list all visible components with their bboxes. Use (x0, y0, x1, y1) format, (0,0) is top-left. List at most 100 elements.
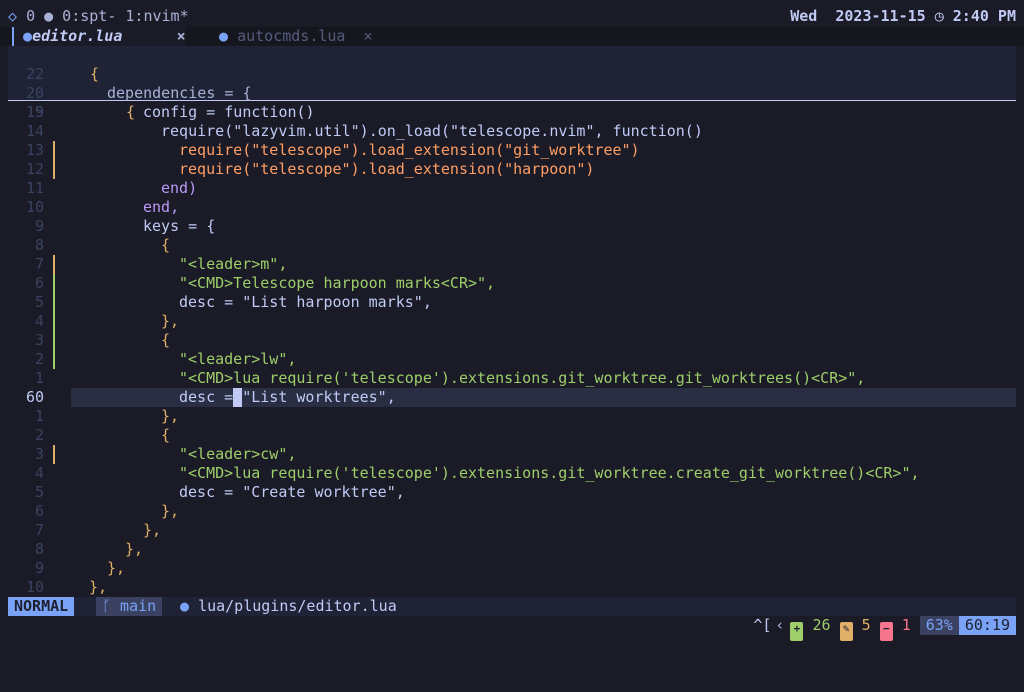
code-line[interactable]: 6 "<CMD>Telescope harpoon marks<CR>", (0, 274, 1024, 293)
gem-icon: ◇ (8, 7, 18, 25)
code-line[interactable]: 8{ (0, 236, 1024, 255)
code-text: "<leader>cw", (179, 445, 297, 463)
close-icon[interactable]: × (364, 27, 373, 45)
code-line[interactable]: 5 desc = "List harpoon marks", (0, 293, 1024, 312)
code-line[interactable]: 7 "<leader>m", (0, 255, 1024, 274)
code-text: config = function() (143, 103, 315, 121)
code-text: "<CMD>lua require('telescope').extension… (179, 464, 920, 482)
lua-file-icon: ● (23, 27, 33, 45)
code-line[interactable]: 2{ (0, 426, 1024, 445)
code-line-current[interactable]: 60 desc = "List worktrees", (0, 388, 1024, 407)
line-number: 8 (34, 540, 44, 558)
line-number: 3 (34, 331, 44, 349)
code-text: }, (161, 502, 180, 520)
code-line[interactable]: 2 "<leader>lw", (0, 350, 1024, 369)
line-number: 15 (25, 103, 44, 121)
removed-count: 1 (901, 616, 911, 634)
tmux-day: Wed (790, 7, 818, 25)
code-line[interactable]: 11 end) (0, 179, 1024, 198)
tmux-status-bar: ◇ 0 ● 0:spt- 1:nvim* Wed 2023-11-15 ◷ 2:… (0, 0, 1024, 27)
code-line[interactable]: 14 require("lazyvim.util").on_load("teles… (0, 122, 1024, 141)
minus-square-icon: − (879, 622, 893, 641)
lua-file-icon: ● (180, 597, 190, 615)
lua-file-icon: ● (219, 27, 229, 45)
tmux-clock: Wed 2023-11-15 ◷ 2:40 PM (790, 7, 1016, 26)
code-line[interactable]: 12 require("telescope").load_extension("h… (0, 160, 1024, 179)
code-text: { (161, 331, 171, 349)
git-branch: ᚴ main (96, 597, 163, 616)
line-number: 13 (25, 141, 44, 159)
code-text: "<leader>m", (179, 255, 288, 273)
code-text: require("telescope").load_extension("har… (179, 160, 595, 178)
tmux-date: 2023-11-15 (835, 7, 926, 25)
line-number: 7 (34, 521, 44, 539)
code-line[interactable]: 15 config = function() (0, 103, 1024, 122)
code-line[interactable]: 3{ (0, 331, 1024, 350)
buffer-tabline: ●editor.lua × ● autocmds.lua × (0, 27, 1024, 46)
line-number: 12 (25, 160, 44, 178)
line-number: 60 (25, 388, 44, 406)
line-number: 9 (34, 217, 44, 235)
git-added: + 26 (790, 616, 839, 641)
code-line[interactable]: 10}, (0, 578, 1024, 597)
code-text: keys = { (143, 217, 216, 235)
code-text: dependencies = { (107, 84, 252, 102)
code-line[interactable]: 13 require("telescope").load_extension("g… (0, 141, 1024, 160)
code-line[interactable]: 5 desc = "Create worktree", (0, 483, 1024, 502)
code-line[interactable]: 9 keys = { (0, 217, 1024, 236)
code-text: }, (161, 407, 180, 425)
line-number: 7 (34, 255, 44, 273)
code-line[interactable]: 7}, (0, 521, 1024, 540)
code-line[interactable]: 8}, (0, 540, 1024, 559)
line-number: 1 (34, 407, 44, 425)
line-number: 11 (25, 179, 44, 197)
code-text: }, (143, 521, 162, 539)
tab-autocmds-lua[interactable]: ● autocmds.lua × (210, 27, 380, 46)
scroll-percent: 63% (919, 616, 959, 635)
added-count: 26 (812, 616, 831, 634)
line-number: 4 (34, 312, 44, 330)
code-text: "<CMD>Telescope harpoon marks<CR>", (179, 274, 496, 292)
line-number: 10 (25, 198, 44, 216)
line-number: 2 (34, 426, 44, 444)
git-sign-modified (53, 160, 55, 179)
code-line[interactable]: 1}, (0, 407, 1024, 426)
code-line[interactable]: 1 "<CMD>lua require('telescope').extensio… (0, 369, 1024, 388)
mode-indicator: NORMAL (8, 597, 75, 616)
code-text: "<leader>lw", (179, 350, 297, 368)
code-text: require("lazyvim.util").on_load("telesco… (161, 122, 703, 140)
code-text: }, (125, 540, 144, 558)
branch-name: main (120, 597, 157, 615)
statusline: NORMAL ᚴ main ● lua/plugins/editor.lua ^… (8, 597, 1016, 641)
line-number: 5 (34, 293, 44, 311)
line-number: 6 (34, 502, 44, 520)
line-number: 5 (34, 483, 44, 501)
code-line[interactable]: 6}, (0, 502, 1024, 521)
line-number: 4 (34, 464, 44, 482)
close-icon[interactable]: × (177, 27, 186, 45)
code-line[interactable]: 3 "<leader>cw", (0, 445, 1024, 464)
context-line: 22{ (0, 46, 99, 83)
tmux-window-list: 0 ● 0:spt- 1:nvim* (26, 7, 189, 25)
code-line[interactable]: 10 end, (0, 198, 1024, 217)
treesitter-context: 22{ 20 dependencies = { 19{ (8, 46, 1016, 121)
tmux-time: 2:40 PM (952, 7, 1016, 25)
code-text: { (90, 65, 100, 83)
code-text: { (161, 426, 171, 444)
code-text: end, (143, 198, 180, 216)
code-line[interactable]: 9}, (0, 559, 1024, 578)
line-number: 10 (25, 578, 44, 596)
tab-editor-lua[interactable]: ●editor.lua × (12, 27, 186, 46)
context-line: 20 dependencies = { (0, 65, 252, 102)
git-sign-added (53, 331, 55, 350)
git-sign-modified (53, 141, 55, 160)
file-path: ● lua/plugins/editor.lua (180, 597, 397, 616)
code-line[interactable]: 4 "<CMD>lua require('telescope').extensio… (0, 464, 1024, 483)
code-line[interactable]: 4}, (0, 312, 1024, 331)
line-number: 14 (25, 122, 44, 140)
code-text: desc = "List harpoon marks", (179, 293, 432, 311)
cursor-position: 60:19 (958, 616, 1016, 635)
code-text: desc = "List worktrees", (179, 388, 396, 406)
code-text: require("telescope").load_extension("git… (179, 141, 640, 159)
pencil-icon: ✎ (839, 622, 853, 641)
